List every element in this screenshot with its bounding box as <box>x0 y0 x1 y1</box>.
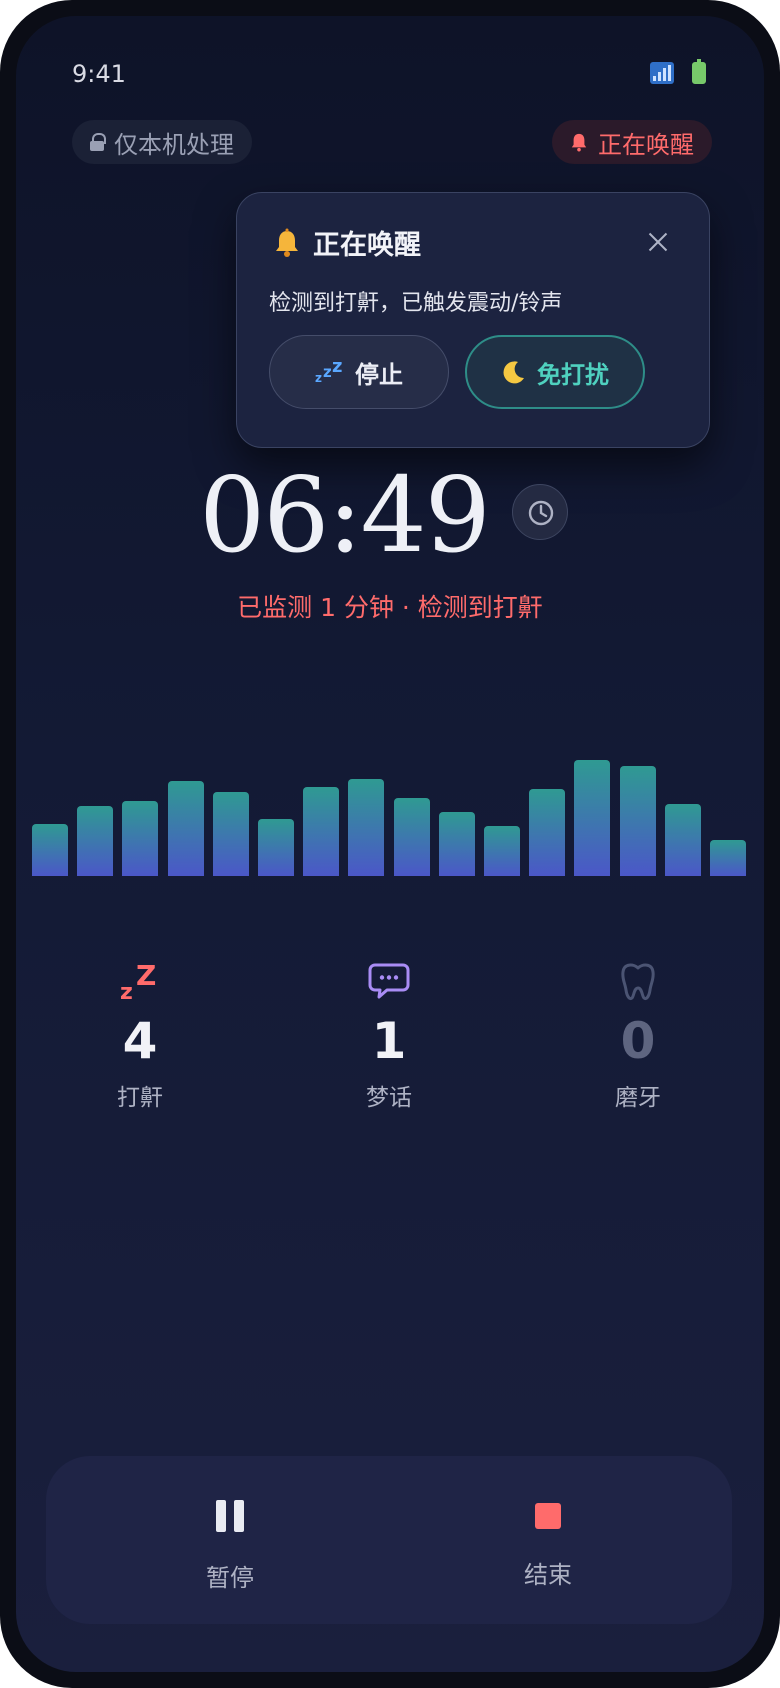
clock-time: 06:49 <box>199 454 491 576</box>
svg-text:Z: Z <box>136 959 156 992</box>
sound-level-bar <box>258 819 294 876</box>
stat-sleeptalk-icon-wrap <box>289 956 489 1006</box>
svg-text:z: z <box>315 371 322 384</box>
dnd-label: 免打扰 <box>537 360 609 389</box>
sound-level-bar <box>484 826 520 876</box>
snore-count: 4 <box>122 1012 158 1070</box>
stop-label: 停止 <box>355 360 403 389</box>
waking-label: 正在唤醒 <box>598 130 694 159</box>
end-label: 结束 <box>524 1561 572 1589</box>
sound-level-bar <box>212 792 249 876</box>
popup-title: 正在唤醒 <box>273 223 421 262</box>
sleeptalk-count: 1 <box>371 1012 407 1070</box>
speech-bubble-icon <box>368 963 410 999</box>
sound-level-bar <box>664 804 701 876</box>
sound-level-bar <box>167 781 204 876</box>
stop-icon <box>535 1503 561 1529</box>
bell-icon <box>571 133 587 152</box>
svg-text:z: z <box>120 980 133 1003</box>
pause-icon <box>216 1500 244 1532</box>
grinding-label: 磨牙 <box>615 1085 661 1111</box>
pause-button[interactable]: 暂停 <box>130 1500 330 1593</box>
sound-level-bar <box>710 840 746 876</box>
grinding-count: 0 <box>620 1012 656 1070</box>
clock-icon <box>528 500 554 526</box>
stat-grinding: 0 磨牙 <box>538 956 738 1112</box>
stat-snore: z Z 4 打鼾 <box>40 956 240 1112</box>
sound-level-bars <box>32 676 748 876</box>
bell-icon <box>276 228 298 257</box>
sound-level-bar <box>574 760 611 876</box>
sound-level-bar <box>32 824 68 876</box>
sound-level-bar <box>303 787 340 876</box>
privacy-label: 仅本机处理 <box>114 130 234 159</box>
status-icons <box>650 59 706 84</box>
app-screen: 9:41 仅本机处理 正在唤醒 正在唤醒 检测到打鼾，已触发震动/铃声 z z … <box>16 16 764 1672</box>
popup-message: 检测到打鼾，已触发震动/铃声 <box>269 291 563 316</box>
alarm-clock-button[interactable] <box>512 484 568 540</box>
sound-level-bar <box>393 798 430 876</box>
svg-text:z: z <box>332 360 342 377</box>
lock-icon <box>90 133 106 151</box>
stat-sleeptalk: 1 梦话 <box>289 956 489 1112</box>
moon-icon <box>503 361 524 384</box>
do-not-disturb-button[interactable]: 免打扰 <box>465 335 645 409</box>
stop-alarm-button[interactable]: z z z 停止 <box>269 335 449 409</box>
sound-level-bar <box>438 812 475 876</box>
bottom-controls: 暂停 结束 <box>46 1456 732 1624</box>
snore-zz-icon: z Z <box>120 959 156 1003</box>
sound-level-bar <box>348 779 385 876</box>
sound-level-bar <box>529 789 566 876</box>
sleeping-zzz-icon: z z z <box>315 360 342 384</box>
stat-grinding-icon-wrap <box>538 956 738 1006</box>
snore-label: 打鼾 <box>117 1085 163 1111</box>
sound-level-bar <box>122 801 159 876</box>
privacy-badge: 仅本机处理 <box>72 120 252 164</box>
tooth-icon <box>621 963 655 1001</box>
sound-level-bar <box>619 766 656 876</box>
pause-label: 暂停 <box>206 1564 254 1592</box>
waking-badge[interactable]: 正在唤醒 <box>552 120 712 164</box>
svg-text:z: z <box>323 363 332 381</box>
stat-snore-icon-wrap: z Z <box>40 956 240 1006</box>
close-icon[interactable] <box>647 231 669 253</box>
end-button[interactable]: 结束 <box>448 1500 648 1590</box>
clock: 06:49 <box>16 454 764 576</box>
signal-icon <box>650 62 674 84</box>
battery-icon <box>692 59 706 84</box>
sleeptalk-label: 梦话 <box>366 1085 412 1111</box>
popup-title-text: 正在唤醒 <box>313 230 421 261</box>
sound-level-bar <box>77 806 114 876</box>
phone-frame: 9:41 仅本机处理 正在唤醒 正在唤醒 检测到打鼾，已触发震动/铃声 z z … <box>0 0 780 1688</box>
monitor-status: 已监测 1 分钟 · 检测到打鼾 <box>237 593 543 622</box>
wake-alert-popup: 正在唤醒 检测到打鼾，已触发震动/铃声 z z z 停止 免打扰 <box>236 192 710 448</box>
status-time: 9:41 <box>72 60 126 88</box>
